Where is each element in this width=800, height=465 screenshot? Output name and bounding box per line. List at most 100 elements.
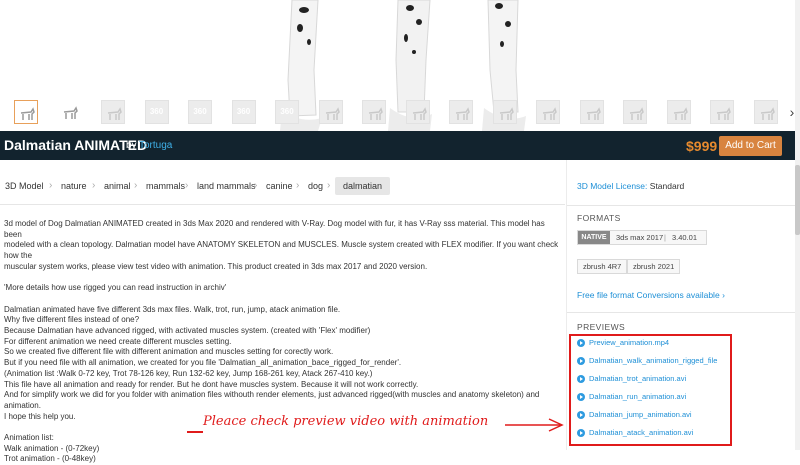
dog-thumbnail-icon [542,107,557,120]
dog-thumbnail-icon [760,107,775,120]
description-line: 3d model of Dog Dalmatian ANIMATED creat… [4,219,545,239]
chevron-right-icon: › [185,180,189,191]
thumbnail[interactable] [101,100,125,124]
rotate-360-badge: 360 [193,107,207,116]
thumbnail[interactable] [405,100,430,124]
divider [566,160,567,450]
format-version: 3.40.01 [672,233,698,242]
dog-thumbnail-icon [325,107,340,120]
by-label: by [126,140,137,151]
thumbnail[interactable] [623,100,647,124]
price: $999 [686,138,718,154]
description-line: muscular system works, please view test … [4,261,428,271]
chevron-right-icon: › [92,180,96,191]
license-link[interactable]: 3D Model License: [577,181,647,191]
rotate-360-badge: 360 [280,107,294,116]
description-line: Walk animation - (0-72key) [4,443,100,453]
dog-thumbnail-icon [673,107,688,120]
highlight-box [569,334,732,446]
conversions-label: Free file format Conversions available [577,290,720,300]
divider [567,205,800,206]
dog-thumbnail-icon [716,107,731,120]
description-line: modeled with a clean topology. Dalmatian… [4,240,559,261]
thumbnail[interactable] [492,100,517,124]
format-item: zbrush 2021 [627,259,681,274]
description-line: Dalmatian animated have five different 3… [4,304,341,314]
native-badge: NATIVE [578,231,610,244]
license-value: Standard [649,181,685,191]
separator: | [664,233,666,242]
description-line: 'More details how use rigged you can rea… [4,283,227,293]
native-format: NATIVE 3ds max 2017 | 3.40.01 [577,230,707,245]
thumbnail-strip: 360 360 360 360 [14,100,784,124]
formats-heading: FORMATS [577,213,621,223]
dog-thumbnail-icon [368,107,383,120]
description-line: Animation list: [4,433,54,443]
format-name: 3ds max 2017 [616,233,664,242]
description-line: Because Dalmatian have advanced rigged, … [4,326,371,335]
thumbnail[interactable] [666,100,691,124]
author-link[interactable]: Tortuga [139,140,172,151]
previews-heading: PREVIEWS [577,322,626,332]
thumbnail[interactable] [318,100,343,124]
description-line: Why five different files instead of one? [4,315,140,325]
page-scrollbar[interactable] [795,0,800,450]
chevron-right-icon: › [327,180,331,191]
dog-thumbnail-icon [499,107,514,120]
breadcrumb-item[interactable]: land mammals [197,181,256,191]
thumbnail[interactable] [14,100,38,124]
rotate-360-badge: 360 [149,107,164,116]
thumbnail[interactable] [536,100,560,124]
description-line: This file have all animation and ready f… [4,379,419,389]
format-item: zbrush 4R7 [577,259,628,274]
thumbnail[interactable] [579,100,604,124]
breadcrumb-item[interactable]: animal [104,181,131,191]
thumbnail[interactable]: 360 [231,100,256,124]
thumbnail[interactable] [362,100,386,124]
add-to-cart-button[interactable]: Add to Cart [719,136,782,156]
breadcrumb: 3D Model › nature › animal › mammals › l… [0,177,560,197]
divider [567,312,800,313]
chevron-right-icon: › [49,180,53,191]
description-line: So we created five different file with d… [4,347,334,357]
breadcrumb-item[interactable]: dog [308,181,323,191]
dog-thumbnail-icon [629,107,644,120]
license-info: 3D Model License: Standard [577,181,684,191]
thumbnail[interactable]: 360 [275,100,299,124]
description-line: Trot animation - (0-48key) [4,454,96,464]
dog-thumbnail-icon [586,107,601,120]
dog-thumbnail-icon [20,107,35,120]
breadcrumb-item[interactable]: canine [266,181,293,191]
dog-thumbnail-icon [412,107,427,120]
thumbnail[interactable] [57,100,82,124]
rotate-360-badge: 360 [236,107,251,116]
breadcrumb-item[interactable]: nature [61,181,87,191]
dog-thumbnail-icon [63,106,78,119]
chevron-right-icon: › [722,290,725,300]
breadcrumb-item[interactable]: mammals [146,181,185,191]
chevron-right-icon: › [296,180,300,191]
description-line: And for simplify work we did for you fol… [4,390,540,410]
breadcrumb-current[interactable]: dalmatian [335,177,391,195]
model-preview-image[interactable]: 360 360 360 360 › [0,0,800,131]
chevron-right-icon: › [134,180,138,191]
chevron-right-icon: › [254,180,258,191]
thumbnail[interactable]: 360 [188,100,212,124]
annotation-text: Pleace check preview video with animatio… [203,414,489,429]
description-line: (Animation list :Walk 0-72 key, Trot 78-… [4,368,373,378]
product-title-bar: Dalmatian ANIMATED by Tortuga $999 Add t… [0,131,800,160]
conversions-link[interactable]: Free file format Conversions available › [577,290,725,300]
breadcrumb-item[interactable]: 3D Model [5,181,44,191]
divider [0,204,565,205]
description-line: But if you need file with all animation,… [4,358,402,368]
scrollbar-thumb[interactable] [795,165,800,235]
dog-thumbnail-icon [455,107,470,120]
dog-thumbnail-icon [107,107,122,120]
thumbnail[interactable] [710,100,734,124]
description-line: For different animation we need create d… [4,336,232,346]
thumbnail[interactable]: 360 [144,100,169,124]
thumbnail[interactable] [449,100,473,124]
thumbnail[interactable] [753,100,778,124]
